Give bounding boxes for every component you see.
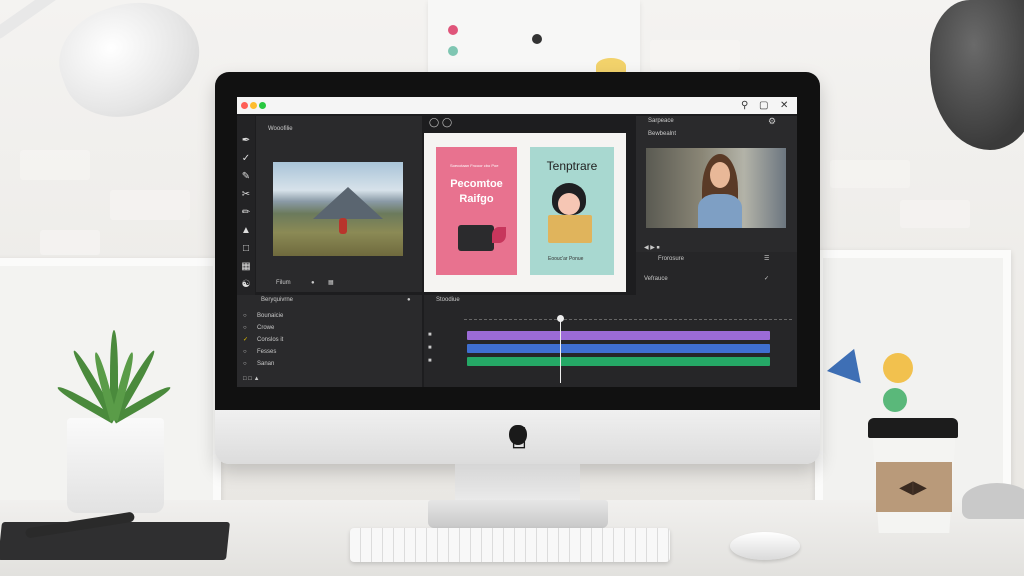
minimize-window-button[interactable]: [250, 102, 257, 109]
plant-pot: [67, 418, 164, 513]
maximize-window-button[interactable]: [259, 102, 266, 109]
mouse: [730, 532, 800, 560]
circle-shape-yellow: [883, 353, 913, 383]
triangle-shape: [826, 342, 872, 384]
layer-row[interactable]: ○ Fesses: [237, 347, 422, 358]
grid-icon[interactable]: ▦: [328, 279, 334, 288]
source-footer-tab[interactable]: Filum: [276, 279, 291, 288]
layer-row[interactable]: ○ Crowe: [237, 323, 422, 334]
lamp-base-right: [962, 483, 1024, 519]
template-card-mint[interactable]: Tenptrare Eoouc'ar Ponue: [530, 147, 614, 275]
source-panel-header: Wooofilie: [268, 126, 293, 132]
plant-leaves: [55, 330, 173, 425]
mint-card-title: Tenptrare: [546, 159, 598, 173]
hand-tool-icon[interactable]: ☯: [239, 278, 253, 292]
visibility-icon[interactable]: ○: [243, 312, 247, 321]
eyedropper-tool-icon[interactable]: ✏: [239, 206, 253, 220]
brush-tool-icon[interactable]: ✓: [239, 152, 253, 166]
title-bar: ⚲ ▢ ✕: [237, 97, 797, 114]
visibility-icon[interactable]: ○: [243, 348, 247, 357]
circle-tool-icon[interactable]: ◯: [429, 118, 439, 127]
editor-window: ⚲ ▢ ✕ ✒ ✓ ✎ ✂ ✏ ▲ □ ▦ ☯ Wooofilie Filum …: [237, 97, 797, 387]
layers-panel-title: Beryquivrne: [261, 297, 294, 303]
layer-tools-icon[interactable]: □ □ ▲: [243, 375, 260, 384]
visibility-icon[interactable]: ○: [243, 360, 247, 369]
poster-dot-mint: [448, 46, 458, 56]
apple-logo-shape: [509, 425, 527, 445]
portrait-photo[interactable]: [646, 148, 786, 228]
source-panel: Wooofilie Filum ● ▦: [256, 116, 422, 292]
mountain-photo[interactable]: [273, 162, 403, 256]
canvas-artboard[interactable]: Soecotaan Fncoor cbo Poe Pecomtoe Raifgo…: [424, 133, 626, 292]
vibrance-label: Vefrauce: [644, 276, 668, 282]
timeline-track-purple[interactable]: [467, 331, 770, 340]
search-icon[interactable]: ⚲: [741, 99, 748, 112]
lock-icon[interactable]: ●: [407, 296, 411, 305]
layer-name: Fesses: [257, 349, 277, 355]
timeline-title: Stoodiue: [436, 297, 460, 303]
poster-dot-pink: [448, 25, 458, 35]
scissors-tool-icon[interactable]: ✂: [239, 188, 253, 202]
timeline-ruler[interactable]: [464, 313, 792, 320]
timeline-track-green[interactable]: [467, 357, 770, 366]
canvas-area: ◯ ◯ Soecotaan Fncoor cbo Poe Pecomtoe Ra…: [424, 116, 634, 292]
close-window-button[interactable]: [241, 102, 248, 109]
layers-panel: Beryquivrne ● ○ Bounaicie ○ Crowe ✓ Cons…: [237, 295, 422, 387]
poster-dot-dark: [532, 34, 542, 44]
template-card-pink[interactable]: Soecotaan Fncoor cbo Poe Pecomtoe Raifgo: [436, 147, 517, 275]
portrait-shirt: [698, 194, 742, 228]
preview-sub-header: Bewbealnt: [648, 131, 677, 137]
girl-face: [558, 193, 580, 215]
preview-panel-header: Sarpeace: [648, 118, 674, 124]
track-controls-icon[interactable]: ■ ■ ■: [428, 329, 432, 368]
playhead-handle[interactable]: [557, 315, 564, 322]
wall-poster: [428, 0, 640, 74]
check-icon[interactable]: ✓: [764, 275, 769, 284]
layer-row[interactable]: ○ Sanan: [237, 359, 422, 370]
timeline-track-blue[interactable]: [467, 344, 770, 353]
playhead[interactable]: [560, 317, 561, 383]
checkmark-icon[interactable]: ✓: [243, 336, 248, 345]
pen-tool-icon[interactable]: ✒: [239, 134, 253, 148]
circle-shape-green: [883, 388, 907, 412]
fill-tool-icon[interactable]: ▲: [239, 224, 253, 238]
timeline-panel: Stoodiue ■ ■ ■: [424, 295, 797, 387]
layer-name: Conslos it: [257, 337, 284, 343]
settings-icon[interactable]: ⚙: [768, 117, 776, 126]
layer-row[interactable]: ○ Bounaicie: [237, 311, 422, 322]
imac-foot: [428, 500, 608, 528]
pencil-tool-icon[interactable]: ✎: [239, 170, 253, 184]
layer-name: Crowe: [257, 325, 275, 331]
pink-leaf-shape: [492, 227, 506, 243]
preview-panel: Sarpeace Bewbealnt ⚙ ◀ ▶ ⏹: [636, 116, 797, 266]
box-illustration: [548, 215, 592, 243]
bow-tie-icon: ◀▶: [899, 477, 927, 497]
properties-menu-icon[interactable]: ☰: [764, 255, 769, 264]
duplicate-icon[interactable]: ▢: [759, 99, 768, 112]
pink-card-caption: Soecotaan Fncoor cbo Poe: [450, 163, 499, 168]
globe-icon[interactable]: ●: [311, 279, 315, 288]
properties-label: Frorosure: [658, 256, 685, 262]
pink-card-title: Pecomtoe Raifgo: [450, 178, 503, 205]
keyboard: [350, 528, 670, 562]
coffee-lid: [868, 418, 958, 438]
layer-row[interactable]: ✓ Conslos it: [237, 335, 422, 346]
camera-illustration: [458, 225, 494, 251]
portrait-face: [710, 162, 730, 188]
tools-column: ✒ ✓ ✎ ✂ ✏ ▲ □ ▦ ☯: [237, 116, 255, 296]
crop-tool-icon[interactable]: ▦: [239, 260, 253, 274]
circle-tool-icon-2[interactable]: ◯: [442, 118, 452, 127]
visibility-icon[interactable]: ○: [243, 324, 247, 333]
layer-name: Sanan: [257, 361, 275, 367]
hiker-figure: [339, 218, 347, 234]
mountain-peak: [313, 187, 383, 219]
shape-tool-icon[interactable]: □: [239, 242, 253, 256]
mint-card-caption: Eoouc'ar Ponue: [548, 256, 584, 262]
close-icon[interactable]: ✕: [780, 99, 788, 112]
layer-name: Bounaicie: [257, 313, 284, 319]
